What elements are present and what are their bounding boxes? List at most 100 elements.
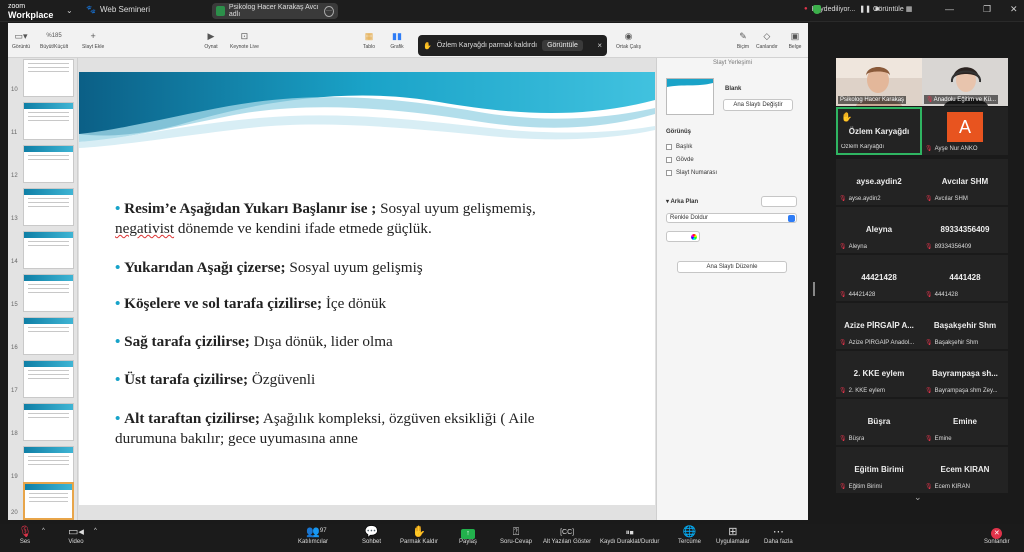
slide-thumbnail[interactable]: 14 [8,231,78,271]
body-checkbox[interactable]: Gövde [666,157,694,163]
end-button[interactable]: ✕ Sonlandır [984,526,1010,545]
fill-type-select[interactable]: Renkle Doldur [666,213,797,223]
participant-tile[interactable]: Büşra 🎙 Büşra [836,399,922,445]
color-well[interactable] [666,231,700,242]
audio-options-chevron[interactable]: ^ [42,528,45,534]
participants-button[interactable]: 👥 97 Katılımcılar [298,526,328,545]
slide-canvas: • Resim’e Aşağıdan Yukarı Başlanır ise ;… [78,58,656,520]
control-label: Sonlandır [984,539,1010,545]
minimize-icon[interactable]: — [945,4,954,14]
table-button[interactable]: ▦ Tablo [362,31,376,51]
webinar-info[interactable]: 🐾 Web Semineri [86,5,150,14]
slide-thumbnail[interactable]: 13 [8,188,78,228]
checkbox[interactable] [666,170,672,176]
checkbox[interactable] [666,157,672,163]
more-button[interactable]: ⋯ Daha fazla [764,526,793,545]
close-notification-icon[interactable]: × [597,41,602,50]
add-slide-button[interactable]: + Slayt Ekle [82,31,104,50]
control-label: Alt Yazıları Göster [543,539,592,545]
slide-thumbnail[interactable]: 12 [8,145,78,185]
raise-hand-button[interactable]: ✋ Parmak Kaldır [400,526,438,545]
participant-label: 🎙 Emine [925,435,952,443]
participant-tile[interactable]: Azize PİRGAİP A... 🎙 Azize PİRGAİP Anadol.… [836,303,922,349]
interpretation-button[interactable]: 🌐 Tercüme [678,526,701,545]
participant-tile[interactable]: Emine 🎙 Emine [922,399,1008,445]
layout-thumbnail[interactable] [666,78,714,115]
view-toolbar-button[interactable]: ▭▾ Görüntü [12,31,30,51]
slide-thumbnail[interactable]: 11 [8,102,78,142]
title-checkbox[interactable]: Başlık [666,144,692,150]
close-icon[interactable]: ✕ [1010,4,1018,15]
participant-video[interactable]: Psikolog Hacer Karakaş [836,58,922,106]
zoom-toolbar-button[interactable]: %185 Büyüt/Küçült [40,31,68,50]
checkbox[interactable] [666,144,672,150]
participant-tile[interactable]: Eğitim Birimi 🎙 Eğitim Birimi [836,447,922,493]
collaborate-button[interactable]: ◉ Ortak Çalış [616,31,641,51]
apps-button[interactable]: ⊞ Uygulamalar [716,526,750,545]
document-button[interactable]: ▣ Belge [788,31,802,51]
participant-tile[interactable]: 89334356409 🎙 89334356409 [922,207,1008,253]
slide[interactable]: • Resim’e Aşağıdan Yukarı Başlanır ise ;… [79,72,655,505]
captions-button[interactable]: [CC] Alt Yazıları Göster [543,526,591,545]
screen-share-indicator[interactable]: Psikolog Hacer Karakaş Avcı adlı ··· [212,3,338,19]
qa-button[interactable]: ⍰ Soru-Cevap [500,526,532,545]
audio-button[interactable]: 🎙 Ses [18,526,32,545]
slide-thumbnail[interactable]: 16 [8,317,78,357]
animate-button[interactable]: ◇ Canlandır [756,31,778,51]
chat-button[interactable]: 💬 Sohbet [362,526,381,545]
share-button[interactable]: ↑ Paylaş [459,526,477,545]
play-button[interactable]: ▶ Oynat [204,31,218,51]
slide-number-checkbox[interactable]: Slayt Numarası [666,170,717,176]
participant-tile[interactable]: Başakşehir Shm 🎙 Başakşehir Shm [922,303,1008,349]
chart-icon: ▮▮ [392,30,402,41]
zoom-top-bar: zoom Workplace ⌄ 🐾 Web Semineri Psikolog… [0,0,1024,22]
keynote-live-button[interactable]: ⊡ Keynote Live [230,31,259,51]
slide-thumbnail-selected[interactable]: 20 [8,482,78,522]
participant-tile[interactable]: 44421428 🎙 44421428 [836,255,922,301]
chart-button[interactable]: ▮▮ Grafik [390,30,404,51]
slide-thumbnail[interactable]: 15 [8,274,78,314]
more-options-icon[interactable]: ··· [324,5,334,17]
participant-tile[interactable]: Ecem KIRAN 🎙 Ecem KIRAN [922,447,1008,493]
checkbox-label: Slayt Numarası [676,170,718,176]
restore-icon[interactable]: ❐ [983,4,991,15]
color-wheel-icon [691,234,697,240]
background-color-well[interactable] [761,196,797,207]
video-button[interactable]: ▭◂ Video [68,526,84,545]
pause-record-button[interactable]: ⏸⏹ Kaydı Duraklat/Durdur [600,526,659,545]
participant-tile[interactable]: Bayrampaşa sh... 🎙 Bayrampaşa shm Zey... [922,351,1008,397]
format-button[interactable]: ✎ Biçim [736,31,750,51]
participant-tile[interactable]: 2. KKE eylem 🎙 2. KKE eylem [836,351,922,397]
slide-number: 12 [11,173,18,179]
participant-name: 4441428 [934,291,958,298]
chevron-down-icon[interactable]: ⌄ [914,492,922,503]
view-notification-button[interactable]: Görüntüle [542,40,583,51]
participant-video[interactable]: 🎙Anadolu Eğitim ve Kü... [922,58,1008,106]
background-heading[interactable]: ▾ Arka Plan [666,198,698,205]
chevron-down-icon[interactable]: ⌄ [66,6,73,15]
pause-icon[interactable]: ❚❚ [859,5,871,13]
participant-tile[interactable]: A 🎙 Ayşe Nur ANKO [922,107,1008,155]
participant-label: 🎙 Ecem KIRAN [925,483,970,491]
participant-tile[interactable]: 4441428 🎙 4441428 [922,255,1008,301]
slide-thumbnail[interactable]: 19 [8,446,78,486]
slide-thumbnail[interactable]: 18 [8,403,78,443]
toolbar-label: Tablo [363,44,375,50]
view-button[interactable]: Görüntüle ▦ [873,5,912,13]
participant-name: 2. KKE eylem [848,387,885,394]
participant-tile[interactable]: Aleyna 🎙 Aleyna [836,207,922,253]
panel-resize-handle[interactable] [813,282,815,296]
video-options-chevron[interactable]: ^ [94,528,97,534]
participant-name: 2. KKE eylem [853,369,905,378]
change-master-button[interactable]: Ana Slaytı Değiştir [723,99,793,111]
qa-icon: ⍰ [512,526,520,538]
checkbox-label: Başlık [676,144,693,150]
participant-tile[interactable]: Avcılar SHM 🎙 Avcılar SHM [922,159,1008,205]
slide-thumbnail[interactable]: 10 [8,59,78,99]
participant-tile[interactable]: ayse.aydin2 🎙 ayse.aydin2 [836,159,922,205]
participant-label: 🎙 Başakşehir Shm [925,339,978,347]
slide-thumbnail[interactable]: 17 [8,360,78,400]
bullet-4: • Sağ tarafa çizilirse; Dışa dönük, lide… [115,333,393,350]
raised-hand-tile[interactable]: ✋ Özlem Karyağdı Özlem Karyağdı [836,107,922,155]
edit-master-button[interactable]: Ana Slaytı Düzenle [677,261,787,273]
